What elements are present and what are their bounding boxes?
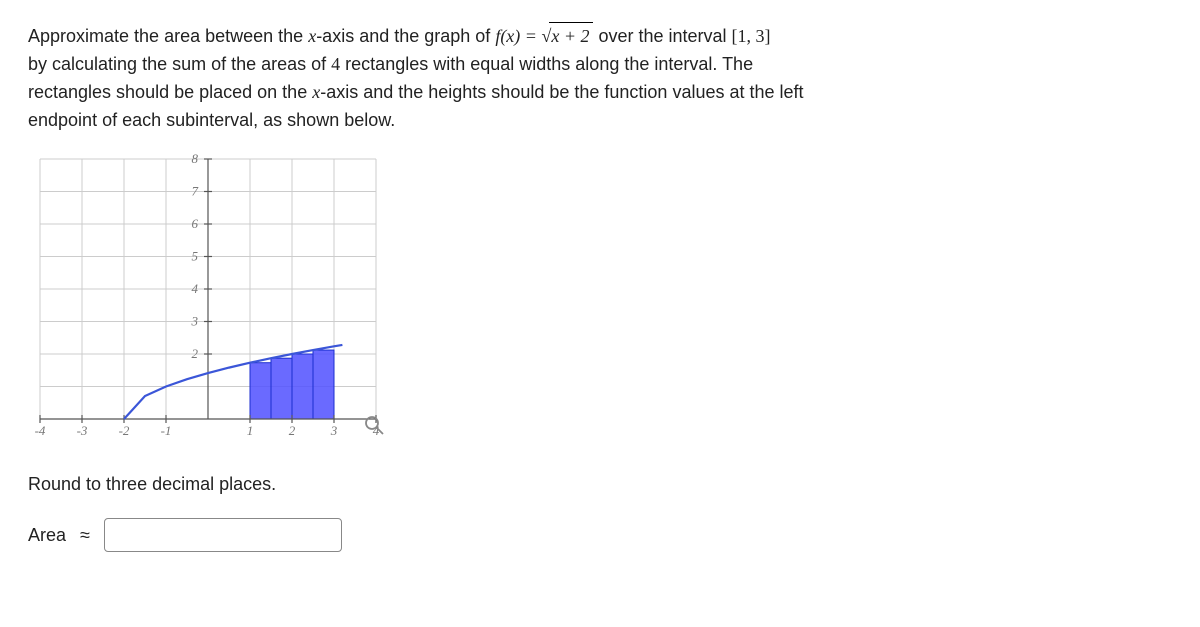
var-x: x xyxy=(312,82,320,102)
svg-text:-4: -4 xyxy=(35,423,46,438)
text-fragment: -axis and the heights should be the func… xyxy=(320,82,803,102)
rounding-instruction: Round to three decimal places. xyxy=(28,471,1172,499)
text-fragment: rectangles with equal widths along the i… xyxy=(340,54,753,74)
problem-statement: Approximate the area between the x-axis … xyxy=(28,22,1172,135)
chart: -4-3-2-112342345678 xyxy=(28,149,388,449)
magnify-icon[interactable] xyxy=(364,415,384,435)
answer-label: Area xyxy=(28,522,66,550)
text-fragment: rectangles should be placed on the xyxy=(28,82,312,102)
svg-text:-3: -3 xyxy=(77,423,88,438)
svg-text:4: 4 xyxy=(192,281,199,296)
svg-text:-1: -1 xyxy=(161,423,172,438)
text-fragment: over the interval xyxy=(593,26,731,46)
svg-text:-2: -2 xyxy=(119,423,130,438)
function-expr: f(x) = √x + 2 xyxy=(495,26,593,46)
svg-text:3: 3 xyxy=(330,423,338,438)
answer-input[interactable] xyxy=(104,518,342,552)
fx-lhs: f(x) = xyxy=(495,26,541,46)
sqrt-arg: x + 2 xyxy=(551,26,589,46)
svg-text:3: 3 xyxy=(191,313,199,328)
svg-text:5: 5 xyxy=(192,248,199,263)
text-fragment: Approximate the area between the xyxy=(28,26,308,46)
text-fragment: by calculating the sum of the areas of xyxy=(28,54,331,74)
svg-text:6: 6 xyxy=(192,216,199,231)
interval: [1, 3] xyxy=(732,26,771,46)
svg-text:8: 8 xyxy=(192,151,199,166)
svg-text:2: 2 xyxy=(192,346,199,361)
num-rectangles: 4 xyxy=(331,54,340,74)
answer-row: Area ≈ xyxy=(28,518,1172,552)
var-x: x xyxy=(308,26,316,46)
approx-symbol: ≈ xyxy=(80,522,90,550)
text-fragment: endpoint of each subinterval, as shown b… xyxy=(28,110,395,130)
text-fragment: -axis and the graph of xyxy=(316,26,495,46)
svg-text:7: 7 xyxy=(192,183,199,198)
svg-text:2: 2 xyxy=(289,423,296,438)
riemann-chart: -4-3-2-112342345678 xyxy=(28,149,388,449)
svg-text:1: 1 xyxy=(247,423,254,438)
